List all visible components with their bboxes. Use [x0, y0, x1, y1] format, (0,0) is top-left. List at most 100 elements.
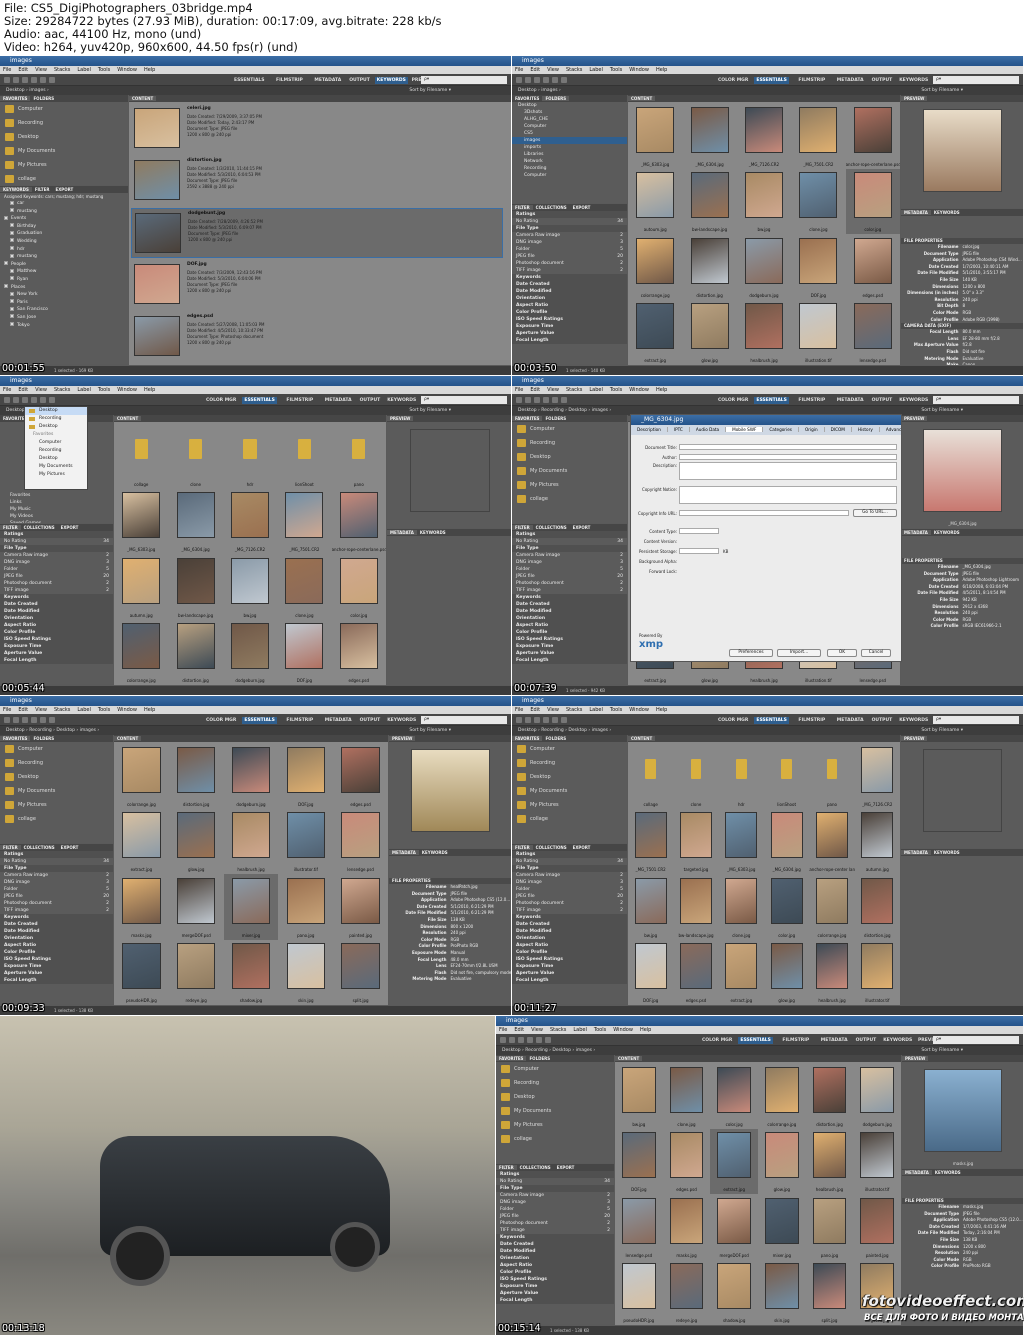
thumbnail[interactable]: pano — [332, 423, 386, 489]
filter-row[interactable]: DNG image 3 — [512, 879, 627, 886]
thumbnail[interactable]: anchor-rope-centerlane.psd — [846, 103, 900, 169]
dialog-tab[interactable]: Mobile SWF — [726, 427, 764, 432]
list-item[interactable]: distortion.jpg Date Created: 1/3/2010, 11… — [131, 156, 503, 206]
thumbnail[interactable]: edges.psd — [846, 234, 900, 300]
checkbox-icon[interactable] — [10, 322, 14, 326]
filter-row[interactable]: Date Modified — [512, 928, 627, 935]
favorite-item[interactable]: Recording — [0, 756, 113, 770]
thumbnail[interactable]: shadow.jpg — [710, 1260, 758, 1326]
favorite-item[interactable]: My Documents — [496, 1104, 614, 1118]
menu-help[interactable]: Help — [144, 707, 155, 713]
thumbnail[interactable]: anchor-rope-centerlane.psd — [332, 489, 386, 555]
menu-window[interactable]: Window — [117, 707, 137, 713]
dialog-tab[interactable]: DICOM — [824, 427, 852, 432]
thumbnail[interactable]: split.jpg — [806, 1260, 854, 1326]
thumbnail[interactable]: _MG_7126.CR2 — [737, 103, 791, 169]
favorite-item[interactable]: My Pictures — [512, 478, 627, 492]
workspace-tab[interactable]: KEYWORDS — [897, 397, 930, 404]
tab-filter[interactable]: FILTER — [512, 525, 533, 530]
filter-row[interactable]: DNG image 3 — [512, 559, 627, 566]
favorite-item[interactable]: My Documents — [512, 784, 627, 798]
favorite-item[interactable]: My Pictures — [0, 798, 113, 812]
dialog-text-input[interactable] — [679, 486, 897, 504]
menu-tools[interactable]: Tools — [98, 67, 110, 73]
recent-icon[interactable] — [22, 717, 28, 723]
menu-help[interactable]: Help — [656, 707, 667, 713]
filter-row[interactable]: Exposure Time — [0, 963, 113, 970]
workspace-tab[interactable]: KEYWORDS — [881, 1037, 914, 1044]
keyword-item[interactable]: New York — [0, 291, 128, 299]
thumbnail[interactable]: _MG_6304.jpg — [168, 489, 222, 555]
filter-row[interactable]: Folder 5 — [512, 566, 627, 573]
filter-row[interactable]: Photoshop document 2 — [0, 580, 113, 587]
refine-icon[interactable] — [561, 717, 567, 723]
workspace-tab[interactable]: METADATA — [835, 77, 866, 84]
thumbnail[interactable]: mixer.jpg — [223, 874, 279, 940]
workspace-tab[interactable]: COLOR MGR — [204, 397, 238, 404]
menu-help[interactable]: Help — [144, 387, 155, 393]
tab-favorites[interactable]: FAVORITES — [512, 736, 543, 741]
filter-row[interactable]: Keywords — [0, 914, 113, 921]
menu-edit[interactable]: Edit — [530, 67, 540, 73]
filter-row[interactable]: File Type — [512, 545, 627, 552]
filter-row[interactable]: TIFF image 2 — [0, 907, 113, 914]
favorite-item[interactable]: Recording — [0, 116, 128, 130]
refine-icon[interactable] — [545, 1037, 551, 1043]
thumbnail[interactable]: mergeDOF.psd — [710, 1194, 758, 1260]
thumbnail[interactable]: painted.jpg — [333, 874, 388, 940]
folder-tree-item[interactable]: Links — [0, 499, 113, 506]
thumbnail[interactable]: lensedge.psd — [846, 300, 900, 366]
filter-row[interactable]: Camera Raw image 2 — [512, 552, 627, 559]
thumbnail[interactable]: mixer.jpg — [758, 1194, 806, 1260]
favorite-item[interactable]: Computer — [0, 102, 128, 116]
tab-folders[interactable]: FOLDERS — [542, 96, 570, 101]
favorite-item[interactable]: Desktop — [512, 770, 627, 784]
thumbnail[interactable]: dodgeburn.jpg — [224, 743, 279, 809]
filter-row[interactable]: ISO Speed Ratings — [496, 1276, 614, 1283]
tab-collections[interactable]: COLLECTIONS — [21, 525, 58, 530]
keyword-item[interactable]: hdr — [0, 246, 128, 254]
menu-file[interactable]: File — [3, 67, 11, 73]
filter-row[interactable]: Orientation — [512, 935, 627, 942]
keyword-item[interactable]: mustang — [0, 253, 128, 261]
recent-icon[interactable] — [534, 717, 540, 723]
tab-metadata[interactable]: METADATA — [901, 210, 931, 215]
menu-stacks[interactable]: Stacks — [54, 67, 70, 73]
workspace-tab[interactable]: METADATA — [323, 717, 354, 724]
popup-favorite-item[interactable]: Desktop — [25, 455, 87, 463]
filter-row[interactable]: Ratings — [496, 1171, 614, 1178]
thumbnail[interactable]: illustration.tif — [791, 300, 845, 366]
forward-icon[interactable] — [13, 717, 19, 723]
back-icon[interactable] — [4, 77, 10, 83]
thumbnail[interactable]: glow.jpg — [758, 1129, 806, 1195]
camera-icon[interactable] — [40, 397, 46, 403]
checkbox-icon[interactable] — [4, 261, 8, 266]
favorite-item[interactable]: Computer — [0, 742, 113, 756]
folder-tree-item[interactable]: CS5 — [512, 130, 627, 137]
thumbnail[interactable]: colorrange.jpg — [114, 743, 169, 809]
thumbnail[interactable]: _MG_6303.jpg — [628, 103, 682, 169]
filter-row[interactable]: Date Created — [0, 921, 113, 928]
filter-row[interactable]: Photoshop document 2 — [512, 260, 627, 267]
workspace-tab[interactable]: KEYWORDS — [897, 717, 930, 724]
filter-row[interactable]: Folder 5 — [496, 1206, 614, 1213]
menu-window[interactable]: Window — [117, 67, 137, 73]
favorite-item[interactable]: My Documents — [0, 144, 128, 158]
thumbnail[interactable]: split.jpg — [333, 940, 388, 1006]
tab-favorites[interactable]: FAVORITES — [0, 96, 31, 101]
workspace-tab[interactable]: FILMSTRIP — [780, 1037, 811, 1044]
menu-view[interactable]: View — [35, 707, 47, 713]
menu-tools[interactable]: Tools — [610, 707, 622, 713]
dialog-text-input[interactable] — [679, 510, 849, 516]
tab-preview[interactable]: PREVIEW — [902, 1056, 929, 1061]
back-icon[interactable] — [4, 717, 10, 723]
breadcrumb[interactable]: Desktop › Recording › Desktop › images › — [518, 408, 611, 413]
filter-row[interactable]: Ratings — [512, 211, 627, 218]
dialog-select[interactable] — [679, 548, 719, 554]
keyword-item[interactable]: People — [0, 261, 128, 269]
thumbnail[interactable]: collage — [114, 423, 168, 489]
thumbnail[interactable]: bw-landscape.jpg — [673, 874, 718, 940]
folder-tree-item[interactable]: 3Dshots — [512, 109, 627, 116]
workspace-tab[interactable]: KEYWORDS — [385, 717, 418, 724]
recent-icon[interactable] — [534, 397, 540, 403]
